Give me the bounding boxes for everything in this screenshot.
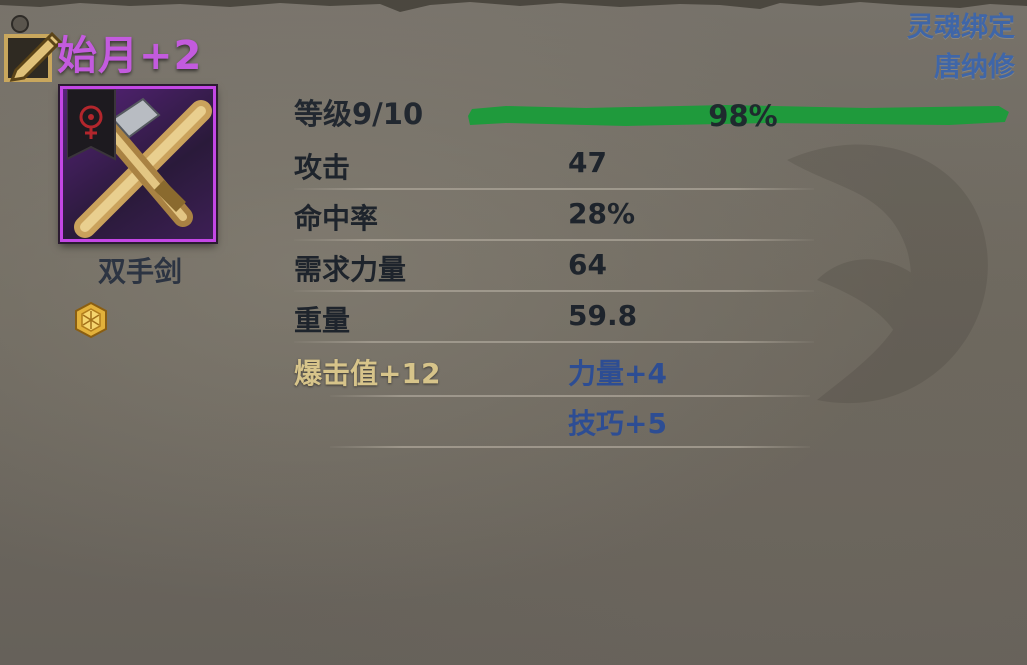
stat-row-required-strength: 需求力量 64 xyxy=(294,242,814,292)
stat-label: 需求力量 xyxy=(294,253,407,286)
skill-bonus: 技巧+5 xyxy=(568,407,667,440)
stat-value: 47 xyxy=(568,146,607,179)
level-progress-text: 98% xyxy=(708,99,778,133)
row-divider xyxy=(294,239,814,241)
strength-bonus: 力量+4 xyxy=(568,357,667,390)
row-divider xyxy=(294,290,814,292)
level-label: 等级9/10 xyxy=(294,97,424,131)
faction-banner-icon xyxy=(67,89,116,161)
edit-pen-icon[interactable] xyxy=(2,14,64,84)
stat-value: 64 xyxy=(568,248,607,281)
stat-value: 59.8 xyxy=(568,299,638,332)
item-name: 始月+2 xyxy=(57,33,203,79)
stat-label: 重量 xyxy=(294,304,351,337)
stat-row-attack: 攻击 47 xyxy=(294,140,814,190)
item-type-label: 双手剑 xyxy=(97,255,182,288)
bonus-divider xyxy=(330,446,810,448)
soul-binding-info: 灵魂绑定 唐纳修 xyxy=(907,8,1015,88)
torn-top-edge xyxy=(0,0,1027,12)
crit-bonus: 爆击值+12 xyxy=(294,357,441,390)
bonus-divider xyxy=(330,395,810,397)
bound-character-name: 唐纳修 xyxy=(934,52,1015,83)
row-divider xyxy=(294,188,814,190)
item-tooltip-panel: 始月+2 灵魂绑定 唐纳修 双手剑 等级9/10 98% 攻击 47 命中率 2… xyxy=(0,0,1027,665)
stat-label: 攻击 xyxy=(294,151,351,184)
row-divider xyxy=(294,341,814,343)
stat-label: 命中率 xyxy=(294,202,379,235)
item-icon-frame[interactable] xyxy=(60,86,216,242)
stat-row-weight: 重量 59.8 xyxy=(294,293,814,343)
binding-status: 灵魂绑定 xyxy=(907,12,1015,43)
hexagon-gem-icon[interactable] xyxy=(74,301,108,339)
stat-row-hit-rate: 命中率 28% xyxy=(294,191,814,241)
stat-value: 28% xyxy=(568,197,636,230)
